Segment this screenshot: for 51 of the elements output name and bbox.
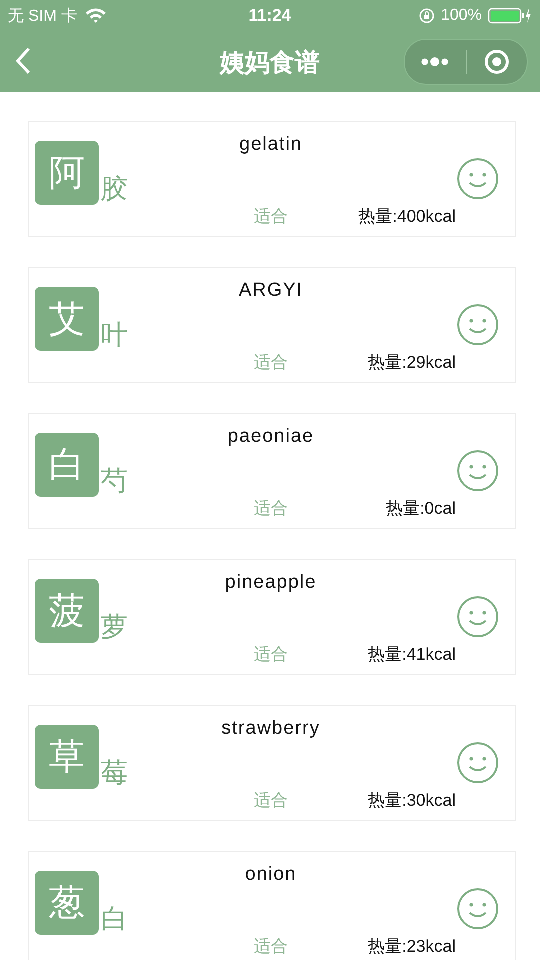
initial-tile: 白 [35,433,99,497]
close-icon[interactable] [484,49,510,75]
food-name: pineapple [225,572,317,594]
suitability-label: 适合 [254,498,288,520]
smiley-icon [457,304,499,346]
carrier-text: 无 SIM 卡 [8,6,78,26]
smiley-icon [457,450,499,492]
page-title: 姨妈食谱 [220,48,320,78]
second-character: 芍 [101,467,128,497]
calorie-text: 热量:23kcal [368,936,456,958]
rotation-lock-icon [419,8,436,24]
battery-percent: 100% [441,7,482,25]
calorie-text: 热量:0cal [386,498,456,520]
food-card[interactable]: 阿 胶 gelatin 适合 热量:400kcal [28,121,516,237]
food-name: paeoniae [228,426,314,448]
initial-tile: 菠 [35,579,99,643]
battery-charging-icon [488,7,532,25]
calorie-text: 热量:41kcal [368,644,456,666]
food-card[interactable]: 葱 白 onion 适合 热量:23kcal [28,851,516,960]
calorie-text: 热量:29kcal [368,352,456,374]
smiley-icon [457,596,499,638]
smiley-icon [457,888,499,930]
suitability-label: 适合 [254,352,288,374]
food-name: ARGYI [238,280,304,302]
smiley-icon [457,158,499,200]
suitability-label: 适合 [254,644,288,666]
suitability-label: 适合 [254,790,288,812]
second-character: 胶 [101,175,128,205]
wifi-icon [85,8,108,24]
initial-tile: 艾 [35,287,99,351]
food-card[interactable]: 草 莓 strawberry 适合 热量:30kcal [28,705,516,821]
food-card[interactable]: 菠 萝 pineapple 适合 热量:41kcal [28,559,516,675]
second-character: 白 [101,905,128,935]
initial-tile: 草 [35,725,99,789]
calorie-text: 热量:400kcal [358,206,456,228]
food-name: onion [245,864,297,886]
food-name: gelatin [240,134,302,156]
smiley-icon [457,742,499,784]
suitability-label: 适合 [254,206,288,228]
food-card[interactable]: 艾 叶 ARGYI 适合 热量:29kcal [28,267,516,383]
initial-tile: 葱 [35,871,99,935]
second-character: 萝 [101,613,128,643]
second-character: 莓 [101,759,128,789]
initial-tile: 阿 [35,141,99,205]
suitability-label: 适合 [254,936,288,958]
more-icon[interactable] [420,56,450,68]
calorie-text: 热量:30kcal [368,790,456,812]
second-character: 叶 [101,321,128,351]
clock-time: 11:24 [248,6,292,26]
food-name: strawberry [222,718,320,740]
food-card[interactable]: 白 芍 paeoniae 适合 热量:0cal [28,413,516,529]
